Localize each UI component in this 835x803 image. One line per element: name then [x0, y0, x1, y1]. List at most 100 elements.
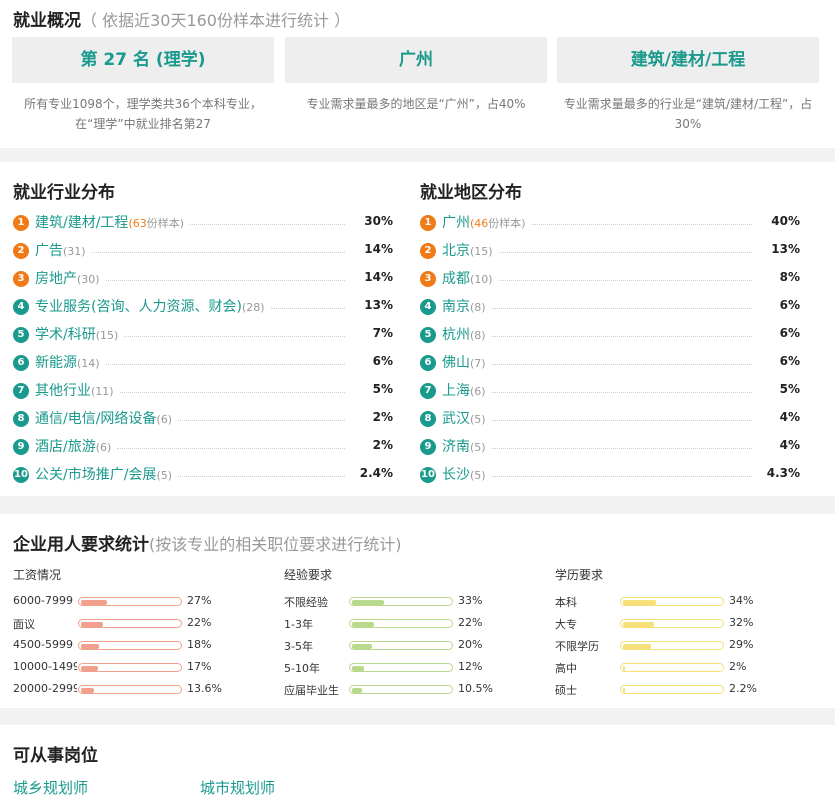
- region-name-link[interactable]: 南京(8): [442, 296, 486, 316]
- region-percent: 13%: [771, 242, 800, 256]
- region-name-link[interactable]: 广州(46份样本): [442, 212, 526, 232]
- progress-fill: [81, 644, 99, 649]
- industry-percent: 5%: [372, 382, 393, 396]
- progress-bar: [78, 619, 182, 628]
- progress-fill: [352, 622, 374, 627]
- progress-fill: [623, 644, 651, 649]
- industry-count: (14): [77, 357, 100, 370]
- industry-percent: 2%: [372, 410, 393, 424]
- dotted-leader: [117, 448, 345, 449]
- industry-name-link[interactable]: 通信/电信/网络设备(6): [35, 408, 172, 428]
- region-count: (8): [470, 329, 486, 342]
- rank-number-badge: 6: [13, 355, 29, 371]
- requirement-percent: 13.6%: [187, 682, 222, 695]
- region-name-link[interactable]: 上海(6): [442, 380, 486, 400]
- requirement-row: 大专 32%: [555, 613, 815, 635]
- region-name-link[interactable]: 杭州(8): [442, 324, 486, 344]
- region-name: 长沙: [442, 467, 470, 483]
- rank-number-badge: 1: [420, 215, 436, 231]
- progress-fill: [623, 688, 625, 693]
- requirements-title-text: 企业用人要求统计: [13, 535, 149, 555]
- overview-title-text: 就业概况: [13, 11, 81, 31]
- dotted-leader: [492, 308, 752, 309]
- industry-row: 8 通信/电信/网络设备(6) 2%: [13, 405, 393, 433]
- industry-name-link[interactable]: 房地产(30): [35, 268, 100, 288]
- region-name: 广州: [442, 215, 470, 231]
- region-name-link[interactable]: 武汉(5): [442, 408, 486, 428]
- salary-group: 工资情况 6000-7999 27% 面议 22% 4500-5999 18% 10000-1…: [13, 566, 273, 701]
- region-name: 济南: [442, 439, 470, 455]
- rank-number-badge: 2: [13, 243, 29, 259]
- region-title: 就业地区分布: [420, 183, 522, 203]
- dotted-leader: [120, 392, 345, 393]
- requirement-row: 应届毕业生 10.5%: [284, 679, 544, 701]
- industry-name: 酒店/旅游: [35, 439, 96, 455]
- region-name: 佛山: [442, 355, 470, 371]
- region-name-link[interactable]: 佛山(7): [442, 352, 486, 372]
- region-name-link[interactable]: 济南(5): [442, 436, 486, 456]
- region-percent: 6%: [779, 326, 800, 340]
- requirement-row: 6000-7999 27%: [13, 591, 273, 613]
- requirement-row: 4500-5999 18%: [13, 635, 273, 657]
- industry-row: 10 公关/市场推广/会展(5) 2.4%: [13, 461, 393, 489]
- requirement-label: 6000-7999: [13, 594, 73, 607]
- industry-row: 9 酒店/旅游(6) 2%: [13, 433, 393, 461]
- industry-name-link[interactable]: 公关/市场推广/会展(5): [35, 464, 172, 484]
- overview-panel: 就业概况（ 依据近30天160份样本进行统计 ） 第 27 名 (理学) 广州 …: [0, 0, 835, 148]
- industry-name-link[interactable]: 酒店/旅游(6): [35, 436, 111, 456]
- region-count: (46份样本): [470, 217, 526, 230]
- industry-row: 7 其他行业(11) 5%: [13, 377, 393, 405]
- region-name: 上海: [442, 383, 470, 399]
- industry-name-link[interactable]: 广告(31): [35, 240, 86, 260]
- region-percent: 4%: [779, 438, 800, 452]
- progress-bar: [620, 619, 724, 628]
- progress-fill: [623, 666, 625, 671]
- industry-percent: 6%: [372, 354, 393, 368]
- requirement-group-title: 经验要求: [284, 568, 333, 582]
- industry-percent: 7%: [372, 326, 393, 340]
- dotted-leader: [178, 420, 345, 421]
- progress-bar: [349, 641, 453, 650]
- region-row: 9 济南(5) 4%: [420, 433, 800, 461]
- industry-name-link[interactable]: 建筑/建材/工程(63份样本): [35, 212, 184, 232]
- rank-number-badge: 6: [420, 355, 436, 371]
- progress-fill: [81, 666, 98, 671]
- overview-boxes: 第 27 名 (理学) 广州 建筑/建材/工程: [12, 37, 822, 83]
- region-count: (5): [470, 413, 486, 426]
- requirement-label: 高中: [555, 662, 577, 675]
- job-link[interactable]: 城乡规划师: [13, 777, 88, 798]
- dotted-leader: [106, 364, 345, 365]
- industry-name-link[interactable]: 新能源(14): [35, 352, 100, 372]
- region-percent: 5%: [779, 382, 800, 396]
- region-name-link[interactable]: 北京(15): [442, 240, 493, 260]
- region-count: (5): [470, 441, 486, 454]
- requirement-row: 面议 22%: [13, 613, 273, 635]
- industry-name-link[interactable]: 学术/科研(15): [35, 324, 118, 344]
- region-percent: 4%: [779, 410, 800, 424]
- industry-name-link[interactable]: 其他行业(11): [35, 380, 114, 400]
- requirement-label: 大专: [555, 618, 577, 631]
- region-name-link[interactable]: 成都(10): [442, 268, 493, 288]
- industry-count: (6): [156, 413, 173, 426]
- region-name: 成都: [442, 271, 470, 287]
- industry-count: (15): [95, 329, 119, 342]
- progress-fill: [352, 644, 372, 649]
- jobs-title: 可从事岗位: [13, 746, 98, 766]
- job-link[interactable]: 城市规划师: [200, 777, 275, 798]
- progress-fill: [352, 666, 364, 671]
- industry-name: 建筑/建材/工程: [35, 215, 129, 231]
- dotted-leader: [532, 224, 752, 225]
- industry-percent: 13%: [364, 298, 393, 312]
- industry-name: 学术/科研: [35, 327, 96, 343]
- industry-name-link[interactable]: 专业服务(咨询、人力资源、财会)(28): [35, 296, 265, 316]
- industry-count: (6): [95, 441, 112, 454]
- industry-name: 房地产: [35, 271, 77, 287]
- requirement-percent: 12%: [458, 660, 483, 673]
- requirement-percent: 10.5%: [458, 682, 493, 695]
- progress-bar: [78, 685, 182, 694]
- industry-title: 就业行业分布: [13, 183, 115, 203]
- region-name-link[interactable]: 长沙(5): [442, 464, 486, 484]
- requirement-row: 20000-29999 13.6%: [13, 679, 273, 701]
- requirements-subtitle: (按该专业的相关职位要求进行统计): [149, 535, 402, 554]
- industry-count: (5): [156, 469, 173, 482]
